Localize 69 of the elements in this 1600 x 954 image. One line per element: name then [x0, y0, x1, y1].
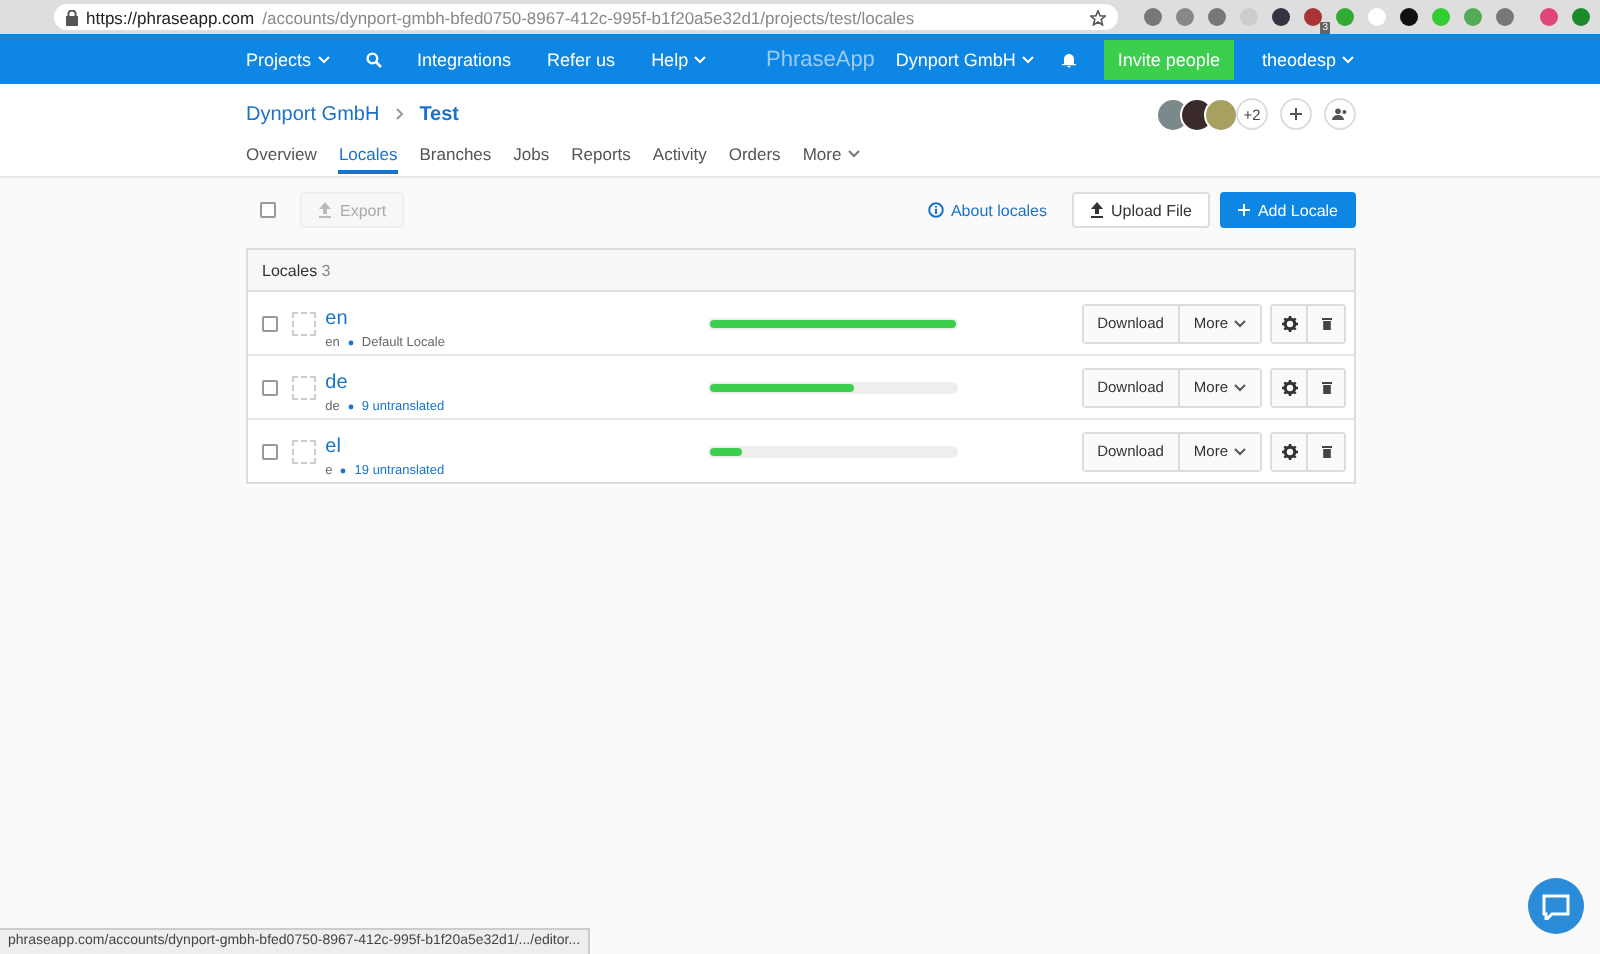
add-member-button[interactable] — [1280, 98, 1312, 130]
tab[interactable]: Orders — [728, 144, 781, 170]
caret-icon — [847, 150, 860, 158]
bullet-icon — [347, 339, 354, 345]
about-locales-link[interactable]: About locales — [950, 201, 1047, 219]
search-icon[interactable] — [365, 51, 382, 67]
tab[interactable]: Activity — [652, 144, 707, 170]
flag-placeholder — [291, 439, 316, 463]
delete-button[interactable] — [1308, 305, 1345, 341]
caret-icon — [1234, 447, 1247, 455]
plus-icon — [1290, 108, 1302, 120]
flag-placeholder — [291, 311, 316, 335]
upload-icon — [318, 202, 332, 218]
account-menu[interactable]: Dynport GmbH — [895, 49, 1016, 69]
flag-placeholder — [291, 375, 316, 399]
gear-icon — [1281, 315, 1298, 331]
add-locale-button[interactable]: Add Locale — [1219, 192, 1356, 228]
info-icon — [928, 202, 945, 218]
caret-icon — [1021, 55, 1034, 63]
trash-icon — [1321, 445, 1332, 457]
locale-name-link[interactable]: de — [325, 371, 348, 393]
nav-link[interactable]: Projects — [246, 49, 312, 69]
bell-icon[interactable] — [1061, 51, 1076, 67]
caret-icon — [1234, 319, 1247, 327]
nav-link[interactable]: Refer us — [547, 49, 616, 69]
select-all-checkbox[interactable] — [260, 202, 276, 218]
caret-icon — [1342, 55, 1354, 63]
member-avatar[interactable] — [1204, 97, 1238, 131]
nav-link[interactable]: Integrations — [417, 49, 512, 69]
upload-icon — [1089, 202, 1103, 218]
trash-icon — [1321, 381, 1332, 393]
tab[interactable]: Branches — [419, 144, 492, 170]
row-checkbox[interactable] — [262, 443, 278, 459]
gear-icon — [1281, 443, 1298, 459]
locale-name-link[interactable]: el — [325, 435, 341, 457]
breadcrumb-link[interactable]: Test — [419, 103, 460, 125]
settings-button[interactable] — [1272, 369, 1309, 405]
breadcrumb-chevron-icon — [395, 108, 404, 120]
profile-avatar[interactable] — [1540, 8, 1558, 26]
chat-bubble-icon — [1542, 893, 1570, 919]
lock-icon — [66, 9, 78, 25]
row-checkbox[interactable] — [262, 315, 278, 331]
bullet-icon — [347, 403, 354, 409]
breadcrumb-link[interactable]: Dynport GmbH — [246, 103, 380, 125]
tab[interactable]: Overview — [246, 144, 317, 170]
tab[interactable]: Locales — [338, 144, 398, 174]
bookmark-star-icon[interactable] — [1090, 9, 1106, 25]
settings-button[interactable] — [1272, 433, 1309, 469]
delete-button[interactable] — [1308, 369, 1345, 405]
caret-icon — [1234, 383, 1247, 391]
tab[interactable]: Reports — [571, 144, 631, 170]
team-button[interactable] — [1324, 98, 1356, 130]
chat-button[interactable] — [1528, 878, 1584, 934]
settings-button[interactable] — [1272, 305, 1309, 341]
nav-link[interactable]: Help — [651, 49, 689, 69]
people-icon — [1332, 108, 1348, 120]
gear-icon — [1281, 379, 1298, 395]
locale-name-link[interactable]: en — [325, 307, 348, 329]
user-menu[interactable]: theodesp — [1261, 49, 1336, 69]
panel-title: Locales 3 — [262, 261, 331, 279]
row-checkbox[interactable] — [262, 379, 278, 395]
tab[interactable]: Jobs — [513, 144, 550, 170]
bullet-icon — [340, 467, 347, 473]
delete-button[interactable] — [1308, 433, 1345, 469]
trash-icon — [1321, 317, 1332, 329]
tab[interactable]: More — [802, 144, 842, 170]
upload-file-button[interactable]: Upload File — [1071, 192, 1210, 228]
address-bar[interactable]: https://phraseapp.com /accounts/dynport-gmbh-bfed0750-8967-412c-995f-b1f20a5e32d1/projects/test/locales — [54, 4, 1118, 30]
plus-icon — [1237, 204, 1250, 216]
